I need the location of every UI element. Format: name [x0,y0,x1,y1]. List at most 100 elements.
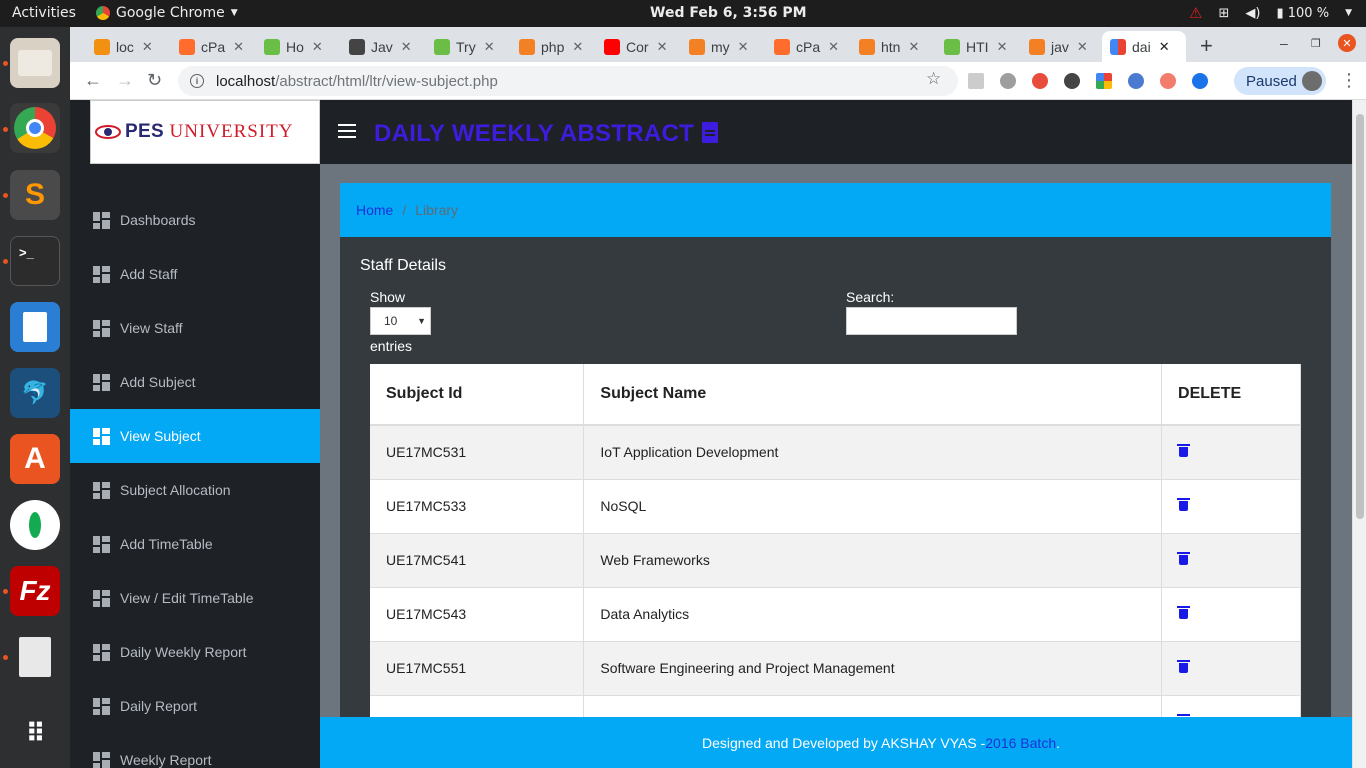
site-info-icon[interactable]: i [190,74,204,88]
sidebar-item-subject-allocation[interactable]: Subject Allocation [70,463,320,517]
sidebar-item-add-staff[interactable]: Add Staff [70,247,320,301]
close-icon[interactable]: ✕ [828,39,839,55]
extension-icon[interactable] [1192,73,1208,89]
close-icon[interactable]: ✕ [908,39,919,55]
sublime-text-icon[interactable]: S [10,170,60,220]
clock[interactable]: Wed Feb 6, 3:56 PM [650,5,807,21]
close-icon[interactable]: ✕ [657,39,668,55]
extension-icon[interactable] [1128,73,1144,89]
breadcrumb-home-link[interactable]: Home [356,202,393,218]
extension-icon[interactable] [968,73,984,89]
close-icon[interactable]: ✕ [312,39,323,55]
browser-tab[interactable]: my ✕ [689,31,749,62]
sidebar-item-view-edit-timetable[interactable]: View / Edit TimeTable [70,571,320,625]
extension-icon[interactable] [1160,73,1176,89]
filezilla-icon[interactable]: Fz [10,566,60,616]
tab-label: dai [1132,38,1151,55]
column-header-subject-id[interactable]: Subject Id [370,364,585,426]
browser-tab[interactable]: cPa ✕ [774,31,839,62]
page-scrollbar[interactable] [1352,100,1366,768]
site-footer: Designed and Developed by AKSHAY VYAS -2… [320,717,1352,768]
chrome-icon[interactable] [10,103,60,153]
sidebar-item-weekly-report[interactable]: Weekly Report [70,733,320,768]
extension-icon[interactable] [1064,73,1080,89]
new-tab-button[interactable]: + [1200,33,1213,59]
sidebar-item-dashboards[interactable]: Dashboards [70,193,320,247]
tab-label: Jav [371,38,393,55]
trash-icon[interactable] [1177,444,1191,458]
tab-label: Ho [286,38,304,55]
bookmark-star-icon[interactable]: ☆ [926,69,941,89]
document-viewer-icon[interactable] [10,632,60,682]
browser-tab[interactable]: jav ✕ [1029,31,1088,62]
close-icon[interactable]: ✕ [997,39,1008,55]
close-icon[interactable]: ✕ [401,39,412,55]
close-icon[interactable]: ✕ [233,39,244,55]
files-icon[interactable] [10,38,60,88]
browser-tab[interactable]: Ho ✕ [264,31,323,62]
close-icon[interactable]: ✕ [1077,39,1088,55]
scrollbar-thumb[interactable] [1356,114,1364,519]
mysql-workbench-icon[interactable]: 🐬 [10,368,60,418]
sidebar-item-view-staff[interactable]: View Staff [70,301,320,355]
extension-icon[interactable] [1032,73,1048,89]
reload-icon[interactable]: ↻ [147,70,162,91]
browser-tab[interactable]: htn ✕ [859,31,919,62]
show-apps-icon[interactable]: ⠿ [10,708,60,758]
trash-icon[interactable] [1177,606,1191,619]
extension-icon[interactable] [1000,73,1016,89]
sidebar-item-daily-weekly-report[interactable]: Daily Weekly Report [70,625,320,679]
close-icon[interactable]: ✕ [1159,39,1170,55]
browser-tab[interactable]: Try ✕ [434,31,495,62]
sidebar-item-add-timetable[interactable]: Add TimeTable [70,517,320,571]
tab-favicon [264,38,280,55]
table-row: UE17MC543 Data Analytics [370,586,1301,641]
column-header-subject-name[interactable]: Subject Name [583,364,1163,426]
activities-button[interactable]: Activities [12,5,76,21]
profile-paused-button[interactable]: Paused [1234,67,1326,95]
dashboard-grid-icon [93,319,110,337]
cell-delete [1161,640,1301,695]
close-icon[interactable]: ✕ [484,39,495,55]
cell-subject-name: Web Frameworks [583,532,1163,587]
trash-icon[interactable] [1177,498,1191,511]
entries-select[interactable]: 10 ▼ [370,307,431,335]
minimize-button[interactable]: – [1280,35,1288,51]
column-header-delete[interactable]: DELETE [1161,364,1301,426]
sidebar-item-label: Daily Weekly Report [120,644,247,660]
browser-tab[interactable]: HTI ✕ [944,31,1007,62]
browser-tab[interactable]: cPa ✕ [179,31,244,62]
browser-tab[interactable]: Jav ✕ [349,31,412,62]
menu-toggle-icon[interactable] [338,124,356,138]
tab-favicon [434,38,450,55]
more-menu-icon[interactable]: ⋮ [1340,70,1358,91]
terminal-icon[interactable]: >_ [10,236,60,286]
browser-tab[interactable]: php ✕ [519,31,583,62]
sidebar-item-daily-report[interactable]: Daily Report [70,679,320,733]
forward-icon[interactable]: → [116,70,134,91]
app-menu[interactable]: Google Chrome ▼ [96,5,238,21]
address-bar[interactable]: i localhost/abstract/html/ltr/view-subje… [178,66,958,96]
search-input[interactable] [846,307,1017,335]
trash-icon[interactable] [1177,660,1191,673]
trash-icon[interactable] [1177,552,1191,565]
close-window-button[interactable]: ✕ [1338,34,1356,52]
writer-icon[interactable] [10,302,60,352]
close-icon[interactable]: ✕ [738,39,749,55]
mongodb-compass-icon[interactable] [10,500,60,550]
footer-batch-link[interactable]: 2016 Batch [985,735,1056,751]
dashboard-grid-icon [93,589,110,607]
sidebar-item-add-subject[interactable]: Add Subject [70,355,320,409]
browser-tab[interactable]: loc ✕ [94,31,153,62]
close-icon[interactable]: ✕ [142,39,153,55]
browser-tab[interactable]: Cor ✕ [604,31,667,62]
maximize-button[interactable]: ❐ [1311,37,1321,50]
system-tray[interactable]: ⚠ ⊞ ◀) ▮ 100 % ▼ [1189,4,1352,22]
back-icon[interactable]: ← [84,70,102,91]
extension-icon[interactable] [1096,73,1112,89]
sidebar-item-view-subject[interactable]: View Subject [70,409,320,463]
close-icon[interactable]: ✕ [572,39,583,55]
university-logo[interactable]: PES UNIVERSITY [90,100,320,164]
browser-tab-active[interactable]: dai ✕ [1102,31,1186,62]
software-center-icon[interactable]: A [10,434,60,484]
